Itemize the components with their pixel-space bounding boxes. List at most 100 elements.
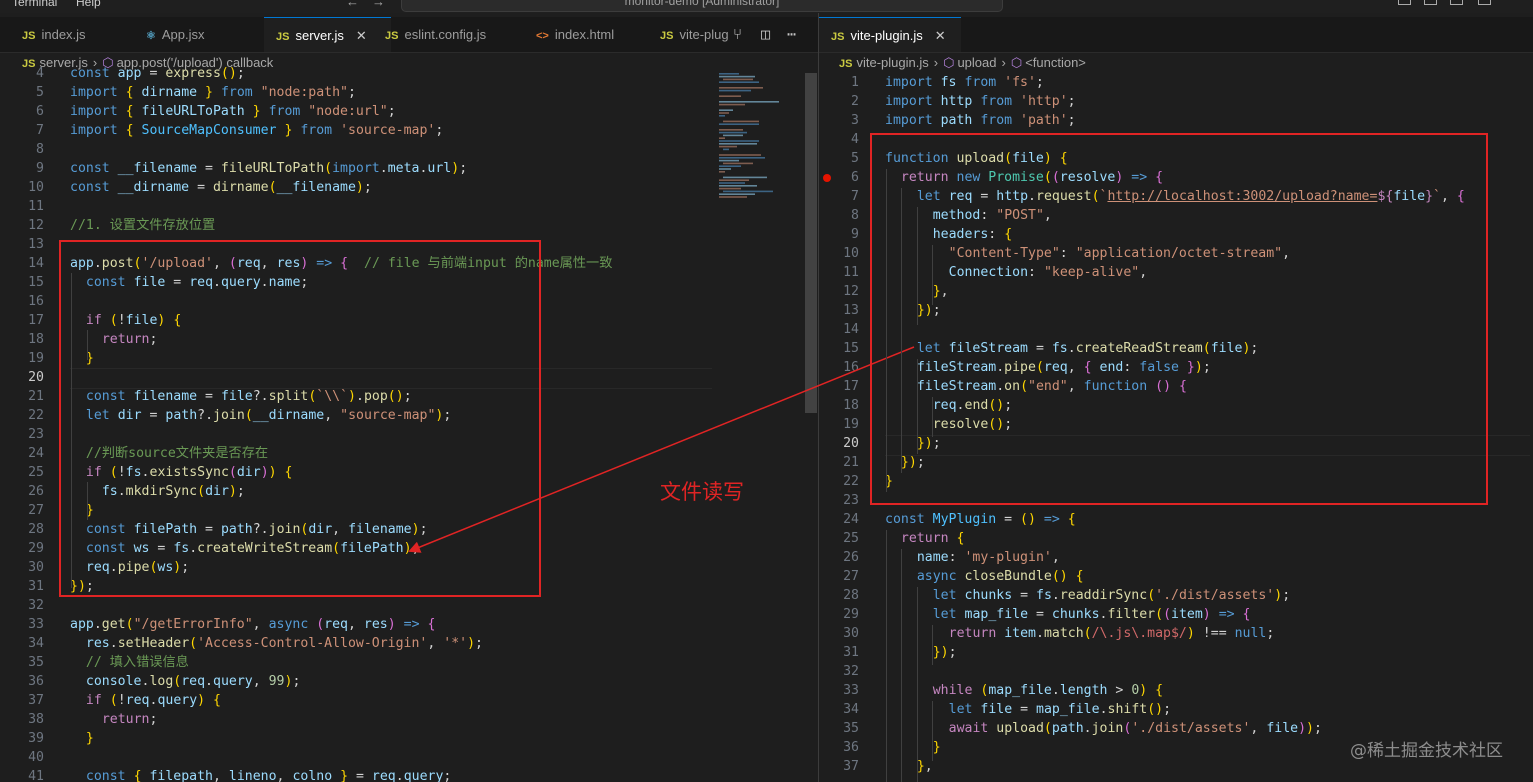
line-number: 40	[28, 750, 44, 765]
customize-layout-icon[interactable]	[1478, 0, 1491, 5]
line-number: 11	[843, 265, 859, 280]
tab-eslint-config[interactable]: JS eslint.config.js	[385, 17, 520, 52]
javascript-file-icon: JS	[276, 31, 290, 43]
code-line[interactable]: 38 return;	[0, 710, 714, 729]
minimap[interactable]	[715, 73, 805, 203]
code-line[interactable]: 27 async closeBundle() {	[819, 567, 1533, 586]
vertical-scrollbar[interactable]	[805, 73, 817, 782]
code-line[interactable]: 33 while (map_file.length > 0) {	[819, 681, 1533, 700]
code-text: },	[916, 759, 933, 774]
code-line[interactable]: 32	[0, 596, 714, 615]
menu-terminal[interactable]: Terminal	[12, 0, 57, 9]
code-line[interactable]: 34 res.setHeader('Access-Control-Allow-O…	[0, 634, 714, 653]
layout-aux-icon[interactable]	[1450, 0, 1463, 5]
line-number: 31	[28, 579, 44, 594]
tab-vite-plugin-js[interactable]: JS vite-plugin.js ✕	[819, 17, 961, 52]
line-number: 17	[843, 379, 859, 394]
tab-vite-plugin[interactable]: JS vite-plug	[660, 17, 730, 52]
command-center[interactable]: monitor-demo [Administrator]	[401, 0, 1003, 12]
scrollbar-thumb[interactable]	[805, 73, 817, 413]
line-number: 7	[36, 123, 44, 138]
line-number: 26	[843, 550, 859, 565]
code-line[interactable]: 35 // 填入错误信息	[0, 653, 714, 672]
close-icon[interactable]: ✕	[356, 28, 367, 43]
more-actions-icon[interactable]: ⋯	[787, 17, 796, 52]
line-number: 16	[843, 360, 859, 375]
line-number: 32	[843, 664, 859, 679]
tab-index-html[interactable]: <> index.html	[536, 17, 646, 52]
line-number: 30	[843, 626, 859, 641]
react-file-icon: ⚛	[146, 30, 156, 42]
minimap-line	[723, 176, 767, 179]
indent-guide	[932, 397, 933, 437]
code-line[interactable]: 37 if (!req.query) {	[0, 691, 714, 710]
code-line[interactable]: 7 import { SourceMapConsumer } from 'sour…	[0, 121, 714, 140]
tab-index-js[interactable]: JS index.js	[22, 17, 132, 52]
breadcrumb-symbol[interactable]: <function>	[1025, 55, 1086, 70]
code-line[interactable]: 1 import fs from 'fs';	[819, 73, 1533, 92]
code-line[interactable]: 32	[819, 662, 1533, 681]
code-line[interactable]: 5 import { dirname } from "node:path";	[0, 83, 714, 102]
code-line[interactable]: 26 name: 'my-plugin',	[819, 548, 1533, 567]
code-line[interactable]: 10 const __dirname = dirname(__filename);	[0, 178, 714, 197]
annotation-label: 文件读写	[660, 480, 744, 504]
back-arrow-icon[interactable]: ←	[346, 0, 359, 9]
tab-app-jsx[interactable]: ⚛ App.jsx	[146, 17, 256, 52]
line-number: 9	[851, 227, 859, 242]
code-line[interactable]: 3 import path from 'path';	[819, 111, 1533, 130]
code-text: import { fileURLToPath } from "node:url"…	[70, 104, 396, 119]
line-number: 13	[843, 303, 859, 318]
method-icon: ⬡	[1010, 55, 1023, 70]
code-text: import fs from 'fs';	[885, 75, 1044, 90]
minimap-line	[719, 95, 741, 97]
line-number: 38	[28, 712, 44, 727]
code-line[interactable]: 24 const MyPlugin = () => {	[819, 510, 1533, 529]
forward-arrow-icon[interactable]: →	[372, 0, 385, 9]
minimap-line	[719, 157, 765, 159]
line-number: 15	[843, 341, 859, 356]
minimap-line	[719, 75, 755, 78]
code-line[interactable]: 28 let chunks = fs.readdirSync('./dist/a…	[819, 586, 1533, 605]
tab-label: server.js	[295, 28, 344, 43]
indent-guide	[932, 245, 933, 305]
code-line[interactable]: 8	[0, 140, 714, 159]
breadcrumb-file[interactable]: vite-plugin.js	[856, 55, 928, 70]
code-line[interactable]: 36 console.log(req.query, 99);	[0, 672, 714, 691]
code-line[interactable]: 39 }	[0, 729, 714, 748]
line-number: 24	[843, 512, 859, 527]
indent-guide	[71, 273, 72, 588]
menu-help[interactable]: Help	[76, 0, 101, 9]
code-line[interactable]: 33 app.get("/getErrorInfo", async (req, r…	[0, 615, 714, 634]
javascript-file-icon: JS	[22, 30, 36, 42]
line-number: 26	[28, 484, 44, 499]
code-line[interactable]: 6 import { fileURLToPath } from "node:url…	[0, 102, 714, 121]
code-line[interactable]: 25 return {	[819, 529, 1533, 548]
code-line[interactable]: 34 let file = map_file.shift();	[819, 700, 1533, 719]
code-line[interactable]: 41 const { filepath, lineno, colno } = r…	[0, 767, 714, 782]
code-line[interactable]: 9 const __filename = fileURLToPath(import…	[0, 159, 714, 178]
code-line[interactable]: 31 });	[819, 643, 1533, 662]
indent-guide	[917, 359, 918, 454]
layout-sidebar-icon[interactable]	[1398, 0, 1411, 5]
split-editor-icon[interactable]: ◫	[761, 17, 770, 52]
code-text: const MyPlugin = () => {	[885, 512, 1076, 527]
source-control-compare-icon[interactable]: ⑂	[733, 17, 742, 52]
layout-panel-icon[interactable]	[1424, 0, 1437, 5]
tab-server-js[interactable]: JS server.js ✕	[264, 17, 391, 52]
highlight-box-plugin	[870, 133, 1488, 505]
code-line[interactable]: 11	[0, 197, 714, 216]
close-icon[interactable]: ✕	[935, 28, 946, 43]
code-line[interactable]: 40	[0, 748, 714, 767]
line-number: 36	[28, 674, 44, 689]
line-number: 13	[28, 237, 44, 252]
tab-label: App.jsx	[161, 27, 205, 42]
code-line[interactable]: 12 //1. 设置文件存放位置	[0, 216, 714, 235]
code-line[interactable]: 30 return item.match(/\.js\.map$/) !== n…	[819, 624, 1533, 643]
code-line[interactable]: 29 let map_file = chunks.filter((item) =…	[819, 605, 1533, 624]
line-number: 5	[36, 85, 44, 100]
code-line[interactable]: 2 import http from 'http';	[819, 92, 1533, 111]
code-text: let map_file = chunks.filter((item) => {	[932, 607, 1251, 622]
tab-label: eslint.config.js	[404, 27, 487, 42]
code-line[interactable]: 4 const app = express();	[0, 64, 714, 83]
breadcrumb-symbol[interactable]: upload	[957, 55, 996, 70]
